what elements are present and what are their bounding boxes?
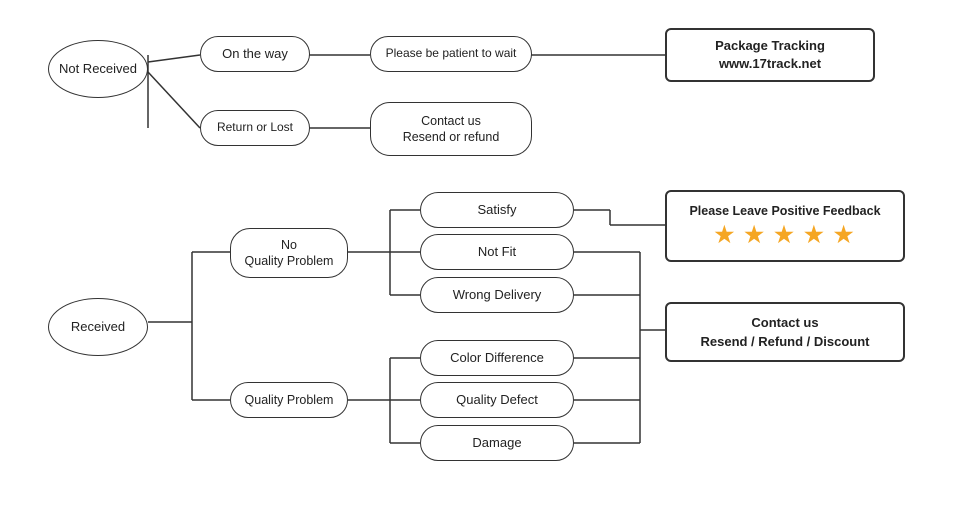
quality-problem-node: Quality Problem (230, 382, 348, 418)
received-node: Received (48, 298, 148, 356)
not-fit-node: Not Fit (420, 234, 574, 270)
contact-refund-node: Contact usResend / Refund / Discount (665, 302, 905, 362)
package-tracking-node: Package Trackingwww.17track.net (665, 28, 875, 82)
feedback-text: Please Leave Positive Feedback (689, 203, 880, 219)
color-difference-node: Color Difference (420, 340, 574, 376)
wrong-delivery-node: Wrong Delivery (420, 277, 574, 313)
contact-resend-node: Contact usResend or refund (370, 102, 532, 156)
on-the-way-node: On the way (200, 36, 310, 72)
quality-defect-node: Quality Defect (420, 382, 574, 418)
return-or-lost-node: Return or Lost (200, 110, 310, 146)
positive-feedback-node: Please Leave Positive Feedback ★ ★ ★ ★ ★ (665, 190, 905, 262)
diagram: Not Received On the way Please be patien… (0, 0, 960, 513)
damage-node: Damage (420, 425, 574, 461)
feedback-stars: ★ ★ ★ ★ ★ (714, 221, 855, 250)
satisfy-node: Satisfy (420, 192, 574, 228)
no-quality-problem-node: NoQuality Problem (230, 228, 348, 278)
please-wait-node: Please be patient to wait (370, 36, 532, 72)
not-received-node: Not Received (48, 40, 148, 98)
